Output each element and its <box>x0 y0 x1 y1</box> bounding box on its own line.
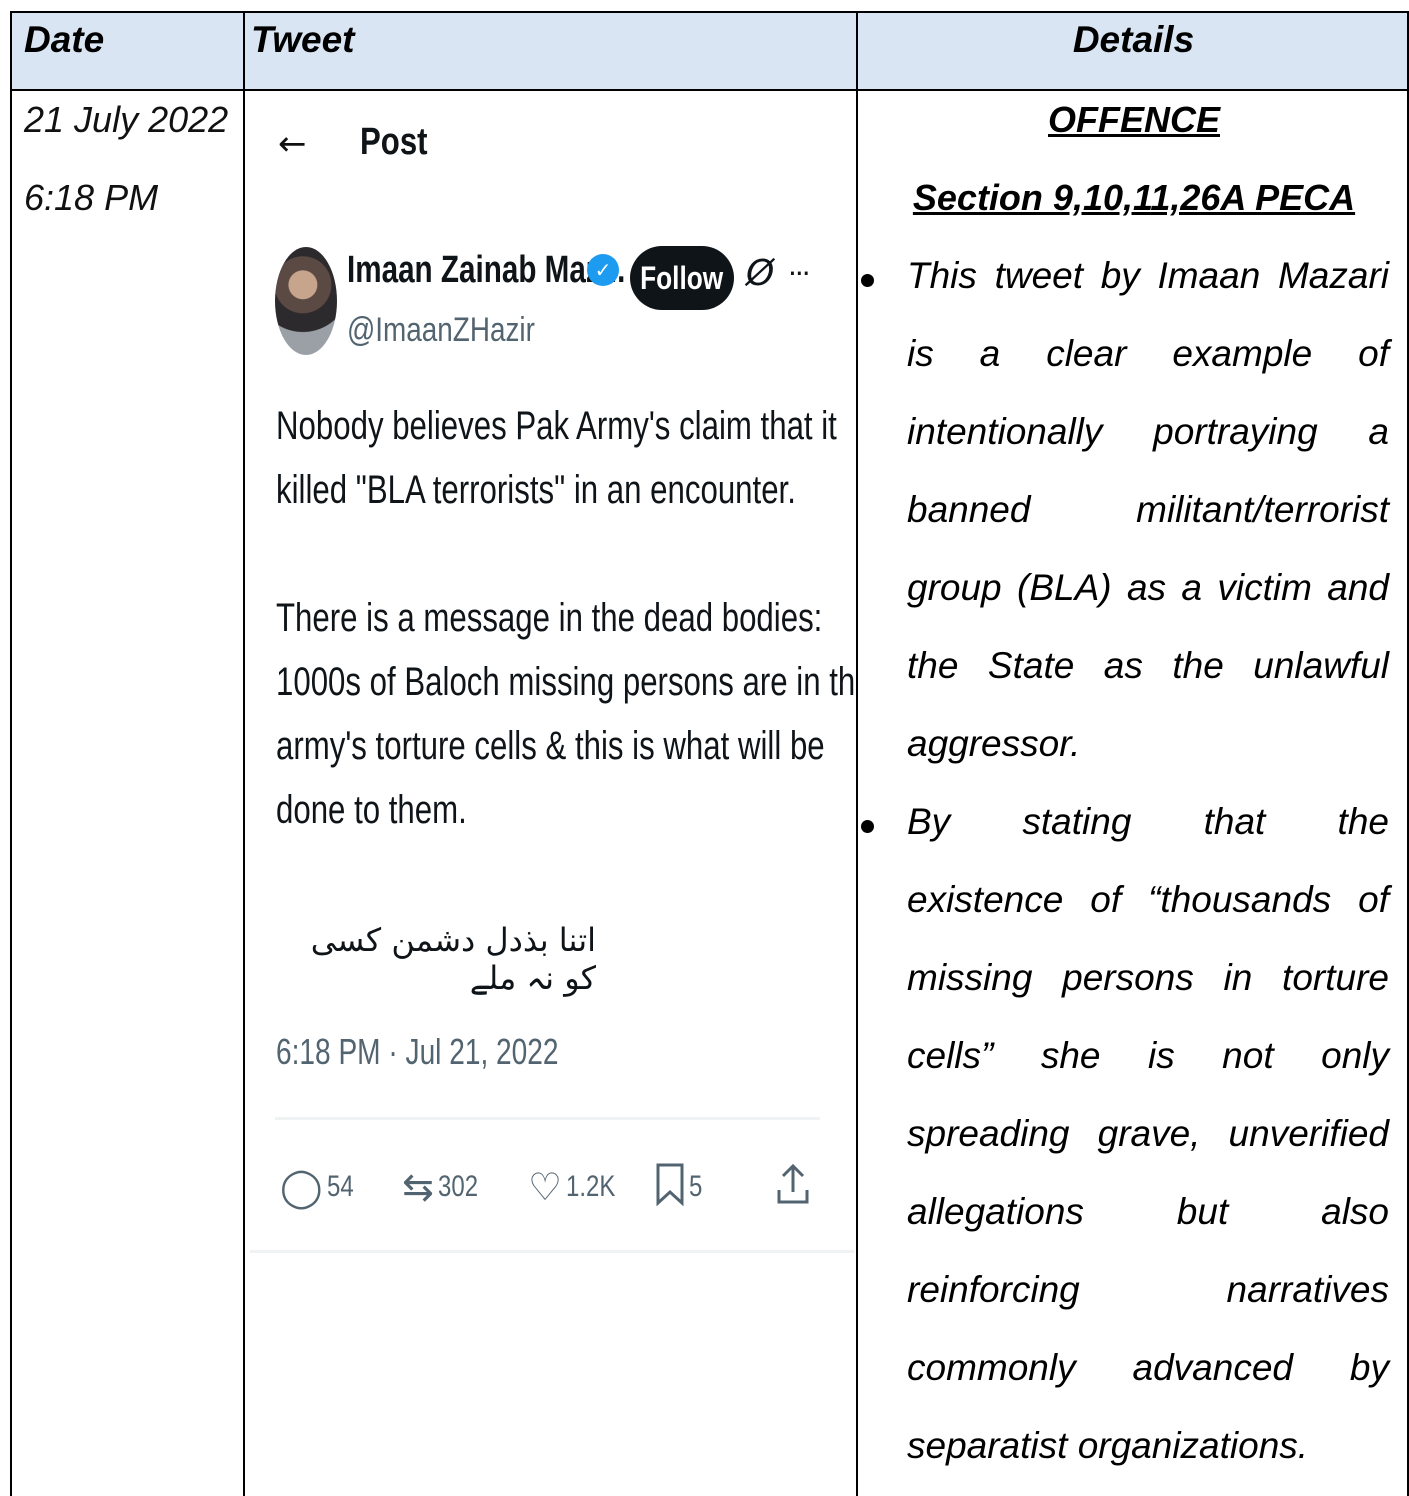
retweet-button[interactable]: ⇆ 302 <box>402 1157 488 1217</box>
bookmark-button[interactable]: 5 <box>655 1157 706 1217</box>
detail-line: intentionally portraying a <box>907 411 1389 452</box>
detail-line: existence of “thousands of <box>907 879 1389 920</box>
author-handle[interactable]: @ImaanZHazir <box>347 311 535 350</box>
bullet-icon <box>861 274 874 287</box>
detail-line: group (BLA) as a victim and <box>907 567 1389 608</box>
column-divider-1 <box>243 11 245 1496</box>
heart-icon: ♡ <box>528 1165 563 1209</box>
like-button[interactable]: ♡ 1.2K <box>528 1157 628 1217</box>
detail-line: This tweet by Imaan Mazari <box>907 255 1389 296</box>
detail-line: commonly advanced by <box>907 1347 1389 1388</box>
grok-icon[interactable]: Ø <box>746 253 774 294</box>
follow-label: Follow <box>640 260 724 296</box>
table-border-left <box>10 11 12 1496</box>
share-button[interactable] <box>775 1157 811 1217</box>
section-heading: Section 9,10,11,26A PECA <box>912 177 1356 218</box>
like-count: 1.2K <box>566 1170 616 1203</box>
detail-line: the State as the unlawful <box>907 645 1389 686</box>
detail-line: missing persons in torture <box>907 957 1389 998</box>
row-time: 6:18 PM <box>24 177 159 218</box>
tweet-text-line: Nobody believes Pak Army's claim that it <box>276 404 837 448</box>
detail-line: separatist organizations. <box>907 1425 1309 1466</box>
avatar[interactable] <box>275 247 337 355</box>
bookmark-icon <box>655 1162 685 1213</box>
offence-heading: OFFENCE <box>1047 99 1220 140</box>
share-icon <box>775 1162 811 1213</box>
reply-button[interactable]: ◯ 54 <box>280 1157 360 1217</box>
evidence-table: Date Tweet Details 21 July 2022 6:18 PM … <box>10 11 1409 1496</box>
reply-icon: ◯ <box>280 1165 323 1209</box>
tweet-timestamp[interactable]: 6:18 PM · Jul 21, 2022 <box>276 1031 559 1073</box>
row-date: 21 July 2022 <box>24 99 229 140</box>
back-arrow-icon[interactable]: ← <box>278 127 307 161</box>
detail-line: aggressor. <box>907 723 1081 764</box>
divider <box>250 1250 854 1253</box>
post-title: Post <box>360 121 428 163</box>
bookmark-count: 5 <box>689 1170 703 1203</box>
verified-badge-icon: ✓ <box>587 254 619 286</box>
details-cell: OFFENCE Section 9,10,11,26A PECA This tw… <box>859 91 1409 1496</box>
detail-line: allegations but also <box>907 1191 1389 1232</box>
column-divider-2 <box>856 11 858 1496</box>
detail-line: banned militant/terrorist <box>907 489 1389 530</box>
tweet-text-line: army's torture cells & this is what will… <box>276 724 825 768</box>
header-tweet: Tweet <box>251 19 355 60</box>
bullet-icon <box>861 820 874 833</box>
divider <box>275 1117 820 1120</box>
detail-line: reinforcing narratives <box>907 1269 1389 1310</box>
tweet-text-line: 1000s of Baloch missing persons are in t… <box>276 660 854 704</box>
header-details: Details <box>1072 19 1195 60</box>
follow-button[interactable]: Follow <box>630 246 734 310</box>
tweet-urdu-line: اتنا بذدل دشمن کسی کو نہ ملے <box>310 921 596 997</box>
detail-line: spreading grave, unverified <box>907 1113 1389 1154</box>
detail-line: cells” she is not only <box>907 1035 1389 1076</box>
reply-count: 54 <box>326 1170 354 1203</box>
tweet-text-line: killed "BLA terrorists" in an encounter. <box>276 468 796 512</box>
author-name[interactable]: Imaan Zainab Maz... <box>347 249 625 292</box>
retweet-icon: ⇆ <box>402 1165 434 1209</box>
tweet-screenshot: ← Post Imaan Zainab Maz... ✓ Follow Ø ··… <box>250 91 854 1496</box>
detail-line: is a clear example of <box>907 333 1389 374</box>
header-date: Date <box>24 19 105 60</box>
tweet-text-line: There is a message in the dead bodies: <box>276 596 823 640</box>
more-options-icon[interactable]: ··· <box>788 257 811 290</box>
detail-line: By stating that the <box>907 801 1389 842</box>
tweet-text-line: done to them. <box>276 788 467 832</box>
retweet-count: 302 <box>437 1170 478 1203</box>
